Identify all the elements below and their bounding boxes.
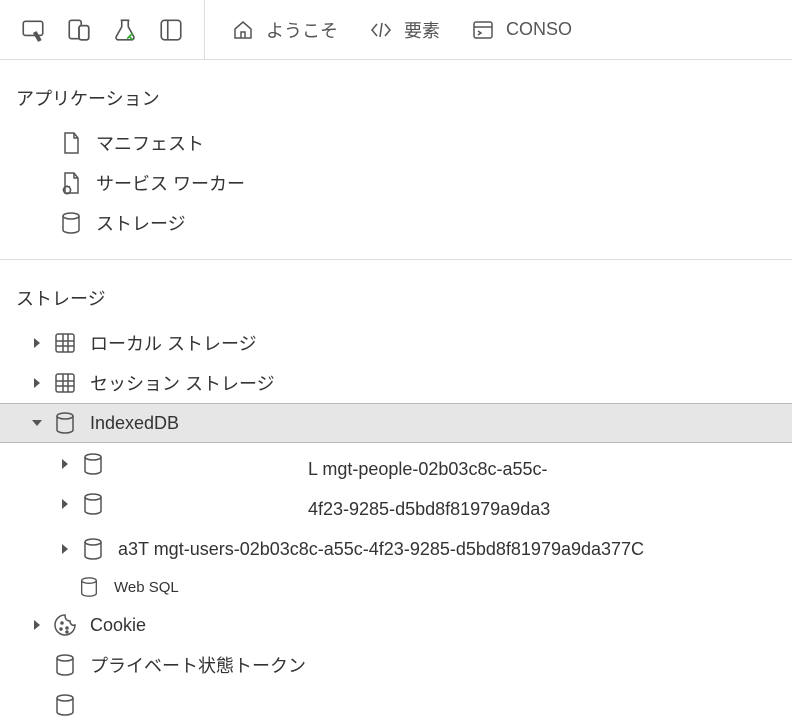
cookie-icon	[52, 612, 78, 638]
grid-icon	[52, 370, 78, 396]
file-icon	[58, 130, 84, 156]
inspect-icon[interactable]	[20, 17, 46, 43]
tree-label: Web SQL	[114, 579, 792, 596]
toolbar-tabs: ようこそ 要素 CONSO	[205, 17, 792, 43]
tab-label: 要素	[404, 17, 440, 43]
expand-arrow-icon[interactable]	[56, 540, 74, 558]
tree-item-storage[interactable]: ストレージ	[0, 203, 792, 243]
tab-label: ようこそ	[266, 17, 338, 43]
db-name-line2: 4f23-9285-d5bd8f81979a9da3	[308, 489, 792, 529]
database-icon	[76, 574, 102, 600]
tab-elements[interactable]: 要素	[368, 17, 440, 43]
tree-item-private-state[interactable]: プライベート状態トークン	[0, 645, 792, 685]
expand-arrow-icon[interactable]	[28, 334, 46, 352]
tree-label: a3T mgt-users-02b03c8c-a55c-4f23-9285-d5…	[118, 539, 792, 560]
database-icon	[52, 410, 78, 436]
tree-item-db-users[interactable]: a3T mgt-users-02b03c8c-a55c-4f23-9285-d5…	[0, 529, 792, 569]
tree-item-manifest[interactable]: マニフェスト	[0, 123, 792, 163]
tree-item-session-storage[interactable]: セッション ストレージ	[0, 363, 792, 403]
toolbar-left	[0, 0, 205, 59]
storage-tree: ローカル ストレージ セッション ストレージ IndexedDB L mgt-p…	[0, 323, 792, 725]
expand-arrow-icon[interactable]	[28, 374, 46, 392]
code-icon	[368, 17, 394, 43]
collapse-arrow-icon[interactable]	[28, 414, 46, 432]
grid-icon	[52, 330, 78, 356]
expand-arrow-icon[interactable]	[56, 495, 74, 513]
tree-label: プライベート状態トークン	[90, 652, 792, 678]
tree-item-cookie[interactable]: Cookie	[0, 605, 792, 645]
expand-arrow-icon[interactable]	[28, 616, 46, 634]
tree-item-db-people-cont[interactable]: 4f23-9285-d5bd8f81979a9da3	[0, 489, 792, 529]
tree-item-websql[interactable]: Web SQL	[0, 569, 792, 605]
tree-item-local-storage[interactable]: ローカル ストレージ	[0, 323, 792, 363]
home-icon	[230, 17, 256, 43]
tab-welcome[interactable]: ようこそ	[230, 17, 338, 43]
console-icon	[470, 17, 496, 43]
database-icon	[80, 536, 106, 562]
experiments-icon[interactable]	[112, 17, 138, 43]
database-icon	[80, 491, 106, 517]
dock-icon[interactable]	[158, 17, 184, 43]
tree-label: セッション ストレージ	[90, 370, 792, 396]
tree-label: IndexedDB	[90, 413, 792, 434]
application-tree: マニフェスト サービス ワーカー ストレージ	[0, 123, 792, 243]
gear-file-icon	[58, 170, 84, 196]
db-name-line1: L mgt-people-02b03c8c-a55c-	[308, 449, 792, 489]
tree-item-service-worker[interactable]: サービス ワーカー	[0, 163, 792, 203]
database-icon	[80, 451, 106, 477]
tree-label: Cookie	[90, 615, 792, 636]
database-icon	[58, 210, 84, 236]
toolbar: ようこそ 要素 CONSO	[0, 0, 792, 60]
tree-item-indexeddb[interactable]: IndexedDB	[0, 403, 792, 443]
section-title-application: アプリケーション	[0, 60, 792, 123]
tree-label: ローカル ストレージ	[90, 330, 792, 356]
tree-label: マニフェスト	[96, 130, 792, 156]
tree-item-next[interactable]	[0, 685, 792, 725]
expand-arrow-icon[interactable]	[56, 455, 74, 473]
tree-item-db-people[interactable]: L mgt-people-02b03c8c-a55c-	[0, 443, 792, 489]
database-icon	[52, 652, 78, 678]
tree-label: サービス ワーカー	[96, 170, 792, 196]
tab-console[interactable]: CONSO	[470, 17, 572, 43]
tree-label: ストレージ	[96, 210, 792, 236]
section-title-storage: ストレージ	[0, 260, 792, 323]
database-icon	[52, 692, 78, 718]
device-icon[interactable]	[66, 17, 92, 43]
tab-label: CONSO	[506, 19, 572, 40]
